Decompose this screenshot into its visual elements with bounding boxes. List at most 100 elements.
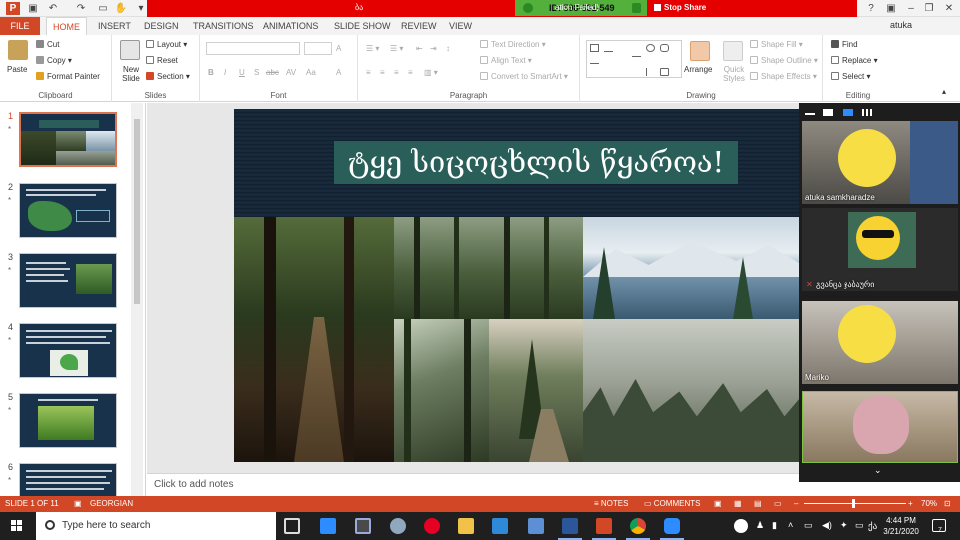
windows-start-icon[interactable] xyxy=(11,520,23,532)
ribbon-display-icon[interactable]: ▣ xyxy=(882,1,900,16)
word-icon[interactable] xyxy=(558,518,582,540)
store-icon[interactable] xyxy=(355,518,371,534)
close-icon[interactable]: ✕ xyxy=(940,1,958,16)
tab-home[interactable]: HOME xyxy=(46,17,87,35)
file-explorer-icon[interactable] xyxy=(458,518,474,534)
align-text-button[interactable]: Align Text ▾ xyxy=(480,56,532,65)
participant-tile[interactable]: გვანცა ჯაბაური ✕ xyxy=(802,208,958,291)
zoom-slider[interactable] xyxy=(804,503,906,504)
align-right-icon[interactable]: ≡ xyxy=(394,68,399,77)
taskbar-search-box[interactable]: Type here to search xyxy=(36,512,276,540)
participant-tile[interactable]: atuka samkharadze xyxy=(802,121,958,204)
pinterest-icon[interactable] xyxy=(424,518,440,534)
minimize-panel-icon[interactable] xyxy=(805,113,815,115)
slide-thumbnail-6[interactable] xyxy=(19,463,117,496)
person-tray-icon[interactable]: ♟ xyxy=(756,520,764,531)
cut-button[interactable]: Cut xyxy=(36,40,59,49)
collapse-ribbon-icon[interactable]: ▴ xyxy=(942,87,946,96)
quick-styles-button[interactable]: Quick Styles xyxy=(719,65,749,83)
scrollbar-thumb[interactable] xyxy=(134,119,140,304)
brace-shape-icon[interactable] xyxy=(646,68,655,76)
tab-review[interactable]: REVIEW xyxy=(401,17,437,35)
network-tray-icon[interactable]: ▭ xyxy=(855,520,864,531)
reading-view-icon[interactable]: ▤ xyxy=(754,499,762,508)
foggy-forest-photo[interactable] xyxy=(583,319,802,462)
tab-slide-show[interactable]: SLIDE SHOW xyxy=(334,17,391,35)
single-view-icon[interactable] xyxy=(823,109,833,116)
increase-indent-icon[interactable]: ⇥ xyxy=(430,44,437,53)
taskbar-clock[interactable]: 4:44 PM 3/21/2020 xyxy=(880,515,922,537)
font-color-button[interactable]: A xyxy=(336,68,341,77)
notes-button[interactable]: ≡ NOTES xyxy=(594,499,628,508)
input-language[interactable]: ქა xyxy=(868,521,877,532)
reset-button[interactable]: Reset xyxy=(146,56,178,65)
volume-tray-icon[interactable]: ◀) xyxy=(822,520,832,531)
new-slide-button[interactable]: New Slide xyxy=(116,65,146,83)
save-icon[interactable]: ▣ xyxy=(26,2,40,15)
mail-icon[interactable] xyxy=(528,518,544,534)
text-direction-button[interactable]: Text Direction ▾ xyxy=(480,40,546,49)
layout-button[interactable]: Layout ▾ xyxy=(146,40,187,49)
redo-icon[interactable]: ↷ xyxy=(74,2,88,15)
misty-forest-photo[interactable] xyxy=(394,217,583,319)
arrow-shape-icon[interactable] xyxy=(632,56,641,64)
shapes-gallery[interactable] xyxy=(586,40,682,78)
comments-button[interactable]: ▭ COMMENTS xyxy=(644,499,700,508)
task-view-icon[interactable] xyxy=(284,518,300,534)
select-button[interactable]: Select ▾ xyxy=(831,72,870,81)
tab-animations[interactable]: ANIMATIONS xyxy=(263,17,318,35)
undo-icon[interactable]: ↶ xyxy=(46,2,60,15)
participant-tile[interactable] xyxy=(802,391,958,463)
strikethrough-button[interactable]: abc xyxy=(266,68,279,77)
font-name-combo[interactable] xyxy=(206,42,300,55)
italic-button[interactable]: I xyxy=(224,68,226,77)
columns-icon[interactable]: ▥ ▾ xyxy=(424,68,438,77)
dropbox-tray-icon[interactable]: ✦ xyxy=(840,520,848,531)
microphone-tray-icon[interactable]: ▮ xyxy=(772,520,777,531)
numbering-icon[interactable]: ☰ ▾ xyxy=(390,44,403,53)
shape-fill-button[interactable]: Shape Fill ▾ xyxy=(750,40,803,49)
copy-button[interactable]: Copy ▾ xyxy=(36,56,72,65)
stop-share-button[interactable]: Stop Share xyxy=(652,0,706,16)
shape-effects-button[interactable]: Shape Effects ▾ xyxy=(750,72,817,81)
change-case-button[interactable]: Aa xyxy=(306,68,316,77)
thumbnail-scrollbar[interactable] xyxy=(131,103,143,496)
tab-file[interactable]: FILE xyxy=(0,17,40,35)
paste-icon[interactable] xyxy=(8,40,28,60)
zoom-meeting-icon[interactable] xyxy=(660,518,684,540)
zoom-in-icon[interactable]: + xyxy=(908,499,913,508)
gallery-view-icon[interactable] xyxy=(862,109,872,116)
rectangle-shape-icon[interactable] xyxy=(590,44,599,52)
rounded-rect-shape-icon[interactable] xyxy=(660,44,669,52)
increase-font-icon[interactable]: A xyxy=(336,44,341,53)
char-spacing-button[interactable]: AV xyxy=(286,68,296,77)
format-painter-button[interactable]: Format Painter xyxy=(36,72,100,81)
line-shape-icon[interactable] xyxy=(604,44,613,52)
bullets-icon[interactable]: ☰ ▾ xyxy=(366,44,379,53)
section-button[interactable]: Section ▾ xyxy=(146,72,190,81)
slide-thumbnail-3[interactable] xyxy=(19,253,117,308)
oval-shape-icon[interactable] xyxy=(646,44,655,52)
tab-insert[interactable]: INSERT xyxy=(98,17,131,35)
help-tray-icon[interactable] xyxy=(734,519,748,533)
media-player-icon[interactable] xyxy=(492,518,508,534)
customize-qat-icon[interactable]: ▾ xyxy=(134,2,148,15)
arrange-icon[interactable] xyxy=(690,41,710,61)
arrange-button[interactable]: Arrange xyxy=(684,65,712,74)
underline-button[interactable]: U xyxy=(239,68,245,77)
line-spacing-icon[interactable]: ↕ xyxy=(446,44,450,53)
spellcheck-icon[interactable]: ▣ xyxy=(74,499,82,508)
shape-outline-button[interactable]: Shape Outline ▾ xyxy=(750,56,818,65)
quick-styles-icon[interactable] xyxy=(723,41,743,61)
zoom-taskbar-icon[interactable] xyxy=(320,518,336,534)
new-slide-icon[interactable] xyxy=(120,40,140,60)
slide-sorter-icon[interactable]: ▦ xyxy=(734,499,742,508)
slide-thumbnail-4[interactable] xyxy=(19,323,117,378)
find-button[interactable]: Find xyxy=(831,40,858,49)
slide-thumbnail-5[interactable] xyxy=(19,393,117,448)
restore-icon[interactable]: ❐ xyxy=(920,1,938,16)
slide-thumbnail-2[interactable] xyxy=(19,183,117,238)
zoom-level[interactable]: 70% xyxy=(921,499,937,508)
chevron-up-icon[interactable]: ˄ xyxy=(788,520,793,530)
normal-view-icon[interactable]: ▣ xyxy=(714,499,722,508)
